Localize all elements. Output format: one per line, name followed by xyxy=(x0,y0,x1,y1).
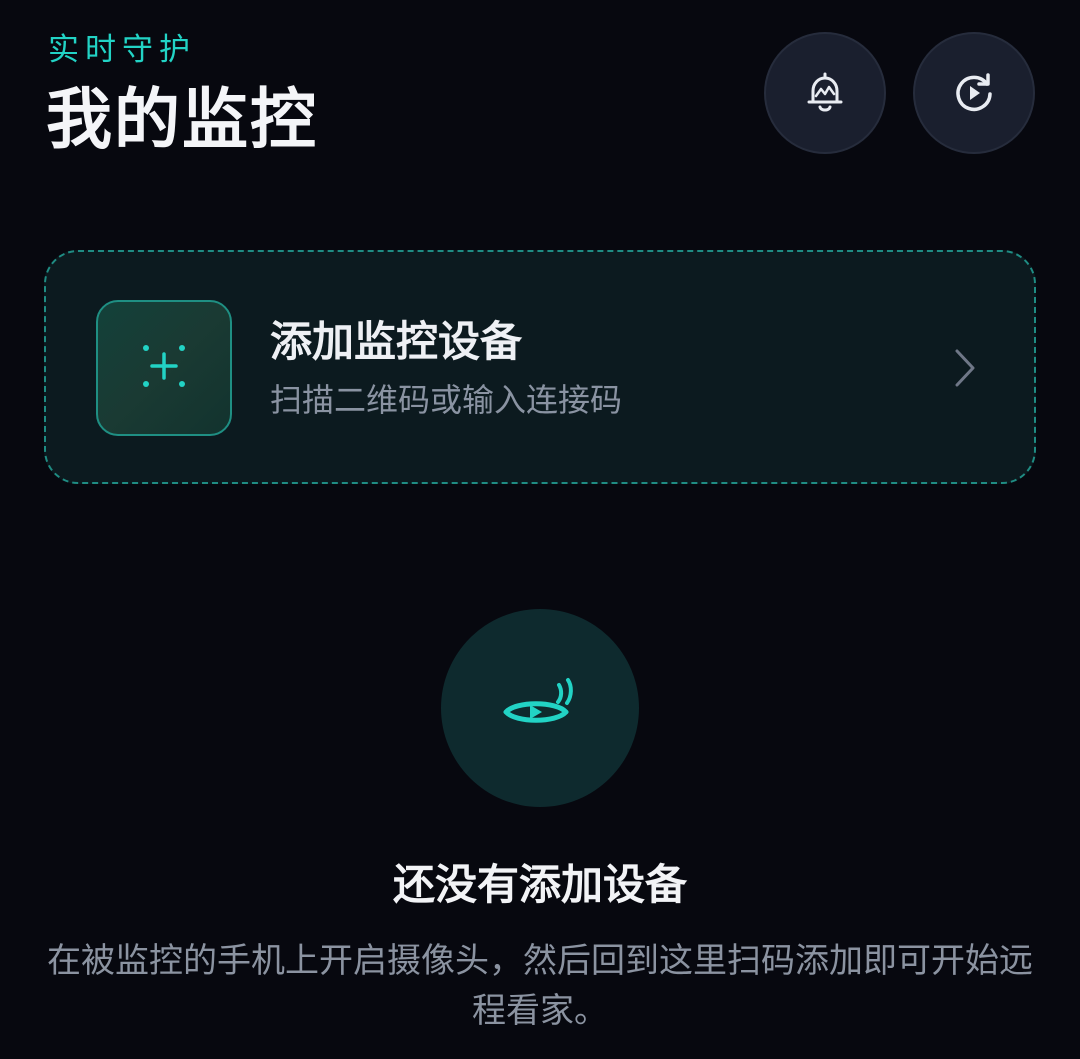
chevron-right-icon xyxy=(954,348,976,392)
add-device-icon-tile xyxy=(96,300,232,436)
scan-plus-icon xyxy=(136,338,192,398)
header-eyebrow: 实时守护 xyxy=(48,32,196,68)
add-device-subtitle: 扫描二维码或输入连接码 xyxy=(270,381,623,419)
alerts-button[interactable] xyxy=(764,32,886,154)
page-title: 我的监控 xyxy=(46,81,318,158)
empty-state-illustration xyxy=(441,609,639,807)
empty-state-title: 还没有添加设备 xyxy=(392,860,687,909)
replay-button[interactable] xyxy=(913,32,1035,154)
eye-signal-icon xyxy=(500,676,580,740)
add-device-title: 添加监控设备 xyxy=(270,317,523,366)
add-device-card[interactable]: 添加监控设备 扫描二维码或输入连接码 xyxy=(44,250,1036,484)
bell-alert-icon xyxy=(803,70,847,116)
empty-state-description: 在被监控的手机上开启摄像头，然后回到这里扫码添加即可开始远程看家。 xyxy=(47,941,1033,1031)
replay-icon xyxy=(951,70,997,116)
